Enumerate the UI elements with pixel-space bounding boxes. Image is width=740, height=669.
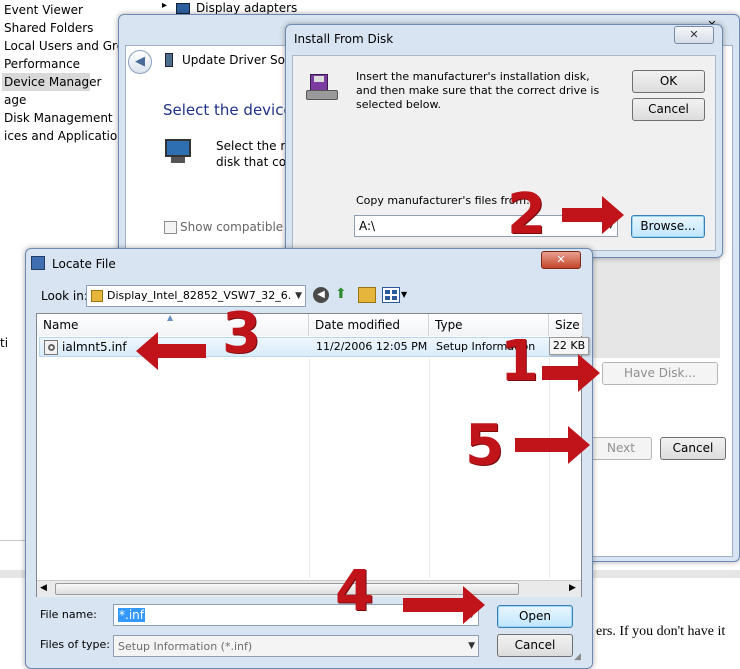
- have-disk-button[interactable]: Have Disk...: [602, 362, 718, 385]
- tree-item-performance[interactable]: Performance: [4, 55, 80, 73]
- chevron-down-icon[interactable]: ▼: [295, 286, 302, 306]
- inf-file-icon: [44, 340, 58, 355]
- column-divider: [549, 358, 550, 578]
- locate-file-title: Locate File: [52, 257, 116, 271]
- locate-close-button[interactable]: ✕: [541, 251, 581, 269]
- file-name-value: *.inf: [118, 608, 145, 622]
- browse-button[interactable]: Browse...: [631, 215, 705, 238]
- copy-from-value: A:\: [359, 219, 376, 233]
- locate-cancel-button[interactable]: Cancel: [497, 634, 573, 657]
- device-node-display-adapters[interactable]: Display adapters: [196, 1, 297, 15]
- install-disk-icon: [306, 72, 342, 102]
- files-of-type-value: Setup Information (*.inf): [118, 640, 253, 653]
- arrow-left-icon: [136, 332, 206, 370]
- computer-icon: [163, 139, 195, 165]
- tree-side-label: ti: [0, 336, 9, 350]
- driver-list-area: [590, 258, 720, 358]
- install-close-button[interactable]: ✕: [674, 26, 714, 44]
- look-in-combobox[interactable]: Display_Intel_82852_VSW7_32_6.14 ▼: [86, 285, 306, 307]
- folder-icon: [91, 290, 103, 302]
- tree-item-services-apps[interactable]: ices and Applications: [4, 127, 131, 145]
- install-ok-button[interactable]: OK: [632, 70, 705, 93]
- table-row[interactable]: ialmnt5.inf 11/2/2006 12:05 PM Setup Inf…: [39, 337, 579, 357]
- scroll-left-icon[interactable]: ◀: [40, 583, 47, 593]
- install-from-disk-title: Install From Disk: [294, 32, 394, 46]
- file-size-tooltip: 22 KB: [549, 337, 589, 355]
- column-divider: [309, 358, 310, 578]
- blog-text-snippet: ers. If you don't have it: [596, 624, 726, 639]
- driver-icon: [165, 53, 173, 67]
- arrow-right-icon: [562, 196, 624, 234]
- tree-item-shared-folders[interactable]: Shared Folders: [4, 19, 93, 37]
- install-message: Insert the manufacturer's installation d…: [356, 70, 600, 111]
- step-number-1: 1: [500, 329, 539, 394]
- file-name-cell: ialmnt5.inf: [62, 340, 127, 354]
- back-icon[interactable]: ◀: [313, 287, 329, 303]
- update-driver-cancel-button[interactable]: Cancel: [660, 437, 726, 460]
- tree-item-event-viewer[interactable]: Event Viewer: [4, 1, 83, 19]
- chevron-down-icon[interactable]: ▼: [401, 290, 407, 299]
- up-folder-icon[interactable]: ⬆: [335, 286, 353, 304]
- horizontal-scrollbar[interactable]: ◀ ▶: [37, 580, 581, 597]
- column-header-date[interactable]: Date modified: [309, 314, 429, 336]
- scrollbar-thumb[interactable]: [55, 583, 519, 595]
- look-in-value: Display_Intel_82852_VSW7_32_6.14: [107, 289, 292, 302]
- arrow-right-icon: [542, 354, 600, 392]
- arrow-right-icon: [403, 586, 485, 624]
- sort-ascending-icon: ▲: [167, 313, 174, 322]
- copy-from-label: Copy manufacturer's files from:: [356, 194, 530, 207]
- look-in-label: Look in:: [41, 289, 88, 303]
- show-compatible-label: Show compatible ha: [180, 220, 302, 234]
- back-button[interactable]: ◀: [128, 50, 152, 74]
- chevron-down-icon[interactable]: ▼: [468, 636, 475, 656]
- locate-file-app-icon: [31, 256, 45, 270]
- view-menu-icon[interactable]: [382, 287, 400, 303]
- step-number-2: 2: [507, 182, 546, 247]
- step-number-4: 4: [335, 559, 374, 624]
- column-header-size[interactable]: Size: [549, 314, 583, 336]
- files-of-type-select[interactable]: Setup Information (*.inf) ▼: [113, 635, 479, 657]
- next-button[interactable]: Next: [590, 437, 652, 460]
- open-button[interactable]: Open: [497, 605, 573, 628]
- scroll-right-icon[interactable]: ▶: [569, 583, 576, 593]
- tree-item-storage[interactable]: age: [4, 91, 26, 109]
- files-of-type-label: Files of type:: [40, 638, 111, 651]
- tree-item-disk-management[interactable]: Disk Management: [4, 109, 113, 127]
- new-folder-icon[interactable]: [358, 287, 376, 303]
- file-name-label: File name:: [40, 608, 97, 621]
- show-compatible-checkbox[interactable]: [164, 221, 177, 234]
- update-driver-desc-2: disk that con: [216, 155, 294, 169]
- resize-grip-icon[interactable]: ◢: [574, 652, 588, 666]
- file-date-cell: 11/2/2006 12:05 PM: [316, 340, 428, 353]
- step-number-3: 3: [222, 301, 261, 366]
- install-cancel-button[interactable]: Cancel: [632, 98, 705, 121]
- tree-item-device-manager[interactable]: Device Manager: [2, 73, 101, 91]
- step-number-5: 5: [465, 413, 504, 478]
- monitor-icon: [176, 3, 190, 14]
- column-divider: [429, 358, 430, 578]
- arrow-right-icon: [515, 426, 590, 464]
